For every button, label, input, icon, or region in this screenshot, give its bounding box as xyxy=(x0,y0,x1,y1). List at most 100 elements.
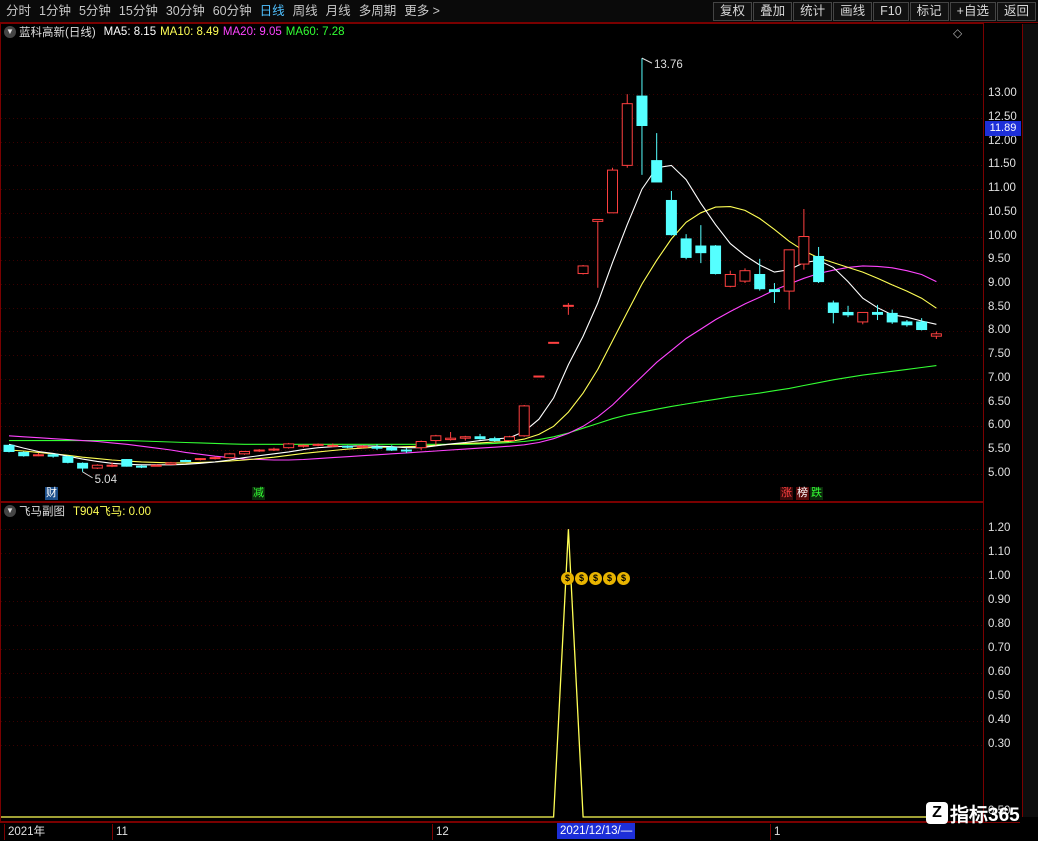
money-bag-icon: $ xyxy=(561,572,574,585)
candle-up xyxy=(518,405,530,437)
candle-down xyxy=(400,449,412,452)
main-axis-tick: 5.00 xyxy=(988,466,1011,479)
candle-down xyxy=(768,289,780,293)
candle-down xyxy=(474,436,486,440)
signal-icons: $ $ $ $ $ xyxy=(561,572,631,585)
candle-up xyxy=(445,437,457,441)
sub-axis-tick: 0.70 xyxy=(988,642,1011,655)
money-bag-icon: $ xyxy=(617,572,630,585)
candle-down xyxy=(680,238,692,258)
low-label: 5.04 xyxy=(95,474,118,486)
candle-up xyxy=(548,341,560,344)
main-price-axis: 13.00 12.50 12.00 11.50 11.00 10.50 10.00 9.50 9… xyxy=(984,24,1020,502)
candle-down xyxy=(18,451,30,457)
candle-up xyxy=(327,444,339,447)
sub-axis-tick: 0.80 xyxy=(988,618,1011,631)
main-axis-tick: 10.00 xyxy=(988,229,1017,242)
event-marker-2[interactable]: 涨 xyxy=(780,487,793,500)
watermark-logo: Z 指标365 xyxy=(926,800,1020,826)
date-axis: 2021年 11 12 1 xyxy=(0,822,1020,841)
candle-down xyxy=(901,321,913,326)
high-pointer xyxy=(641,57,653,64)
candle-down xyxy=(710,245,722,275)
candle-up xyxy=(783,249,795,292)
main-axis-tick: 11.00 xyxy=(988,182,1016,195)
sub-axis-tick: 0.90 xyxy=(988,594,1011,607)
money-bag-icon: $ xyxy=(575,572,588,585)
main-panel-frame xyxy=(0,23,984,502)
candle-up xyxy=(739,270,751,282)
candle-up xyxy=(91,464,103,469)
toolbar-button-7[interactable]: 返回 xyxy=(996,2,1036,21)
candle-down xyxy=(886,312,898,323)
main-axis-tick: 8.50 xyxy=(988,300,1011,313)
candle-down xyxy=(651,160,663,183)
candle-up xyxy=(268,448,280,451)
main-axis-tick: 9.00 xyxy=(988,276,1011,289)
sub-panel-frame xyxy=(0,502,984,822)
candle-up xyxy=(930,333,942,337)
candle-down xyxy=(916,321,928,331)
candle-up xyxy=(577,265,589,275)
candle-up xyxy=(224,453,236,459)
candle-up xyxy=(459,436,471,439)
candle-up xyxy=(621,103,633,166)
candle-up xyxy=(798,236,810,265)
candle-up xyxy=(165,462,177,465)
sub-axis-tick: 0.60 xyxy=(988,666,1011,679)
candle-up xyxy=(592,218,604,222)
candle-up xyxy=(209,457,221,460)
candle-down xyxy=(489,438,501,442)
candle-up xyxy=(297,444,309,447)
logo-icon: Z xyxy=(926,802,948,824)
low-pointer xyxy=(82,471,93,479)
candle-down xyxy=(842,311,854,316)
candle-down xyxy=(121,459,133,467)
event-marker-0[interactable]: 财 xyxy=(45,487,58,500)
main-axis-tick: 9.50 xyxy=(988,253,1011,266)
candle-up xyxy=(562,304,574,307)
main-axis-tick: 6.50 xyxy=(988,395,1011,408)
candle-up xyxy=(239,450,251,455)
kline-chart[interactable]: 13.76 5.04 xyxy=(0,0,984,823)
vertical-scrollbar[interactable] xyxy=(1022,24,1038,817)
candle-up xyxy=(312,443,324,446)
money-bag-icon: $ xyxy=(603,572,616,585)
candle-up xyxy=(194,458,206,461)
ma10-line xyxy=(8,206,937,464)
candle-down xyxy=(342,445,354,448)
candle-down xyxy=(62,456,74,463)
event-marker-3[interactable]: 榜 xyxy=(796,487,809,500)
date-tick: 11 xyxy=(112,824,128,840)
candle-up xyxy=(150,464,162,467)
main-axis-tick: 11.50 xyxy=(988,158,1016,171)
candle-up xyxy=(533,375,545,378)
main-axis-tick: 7.00 xyxy=(988,371,1011,384)
ma5-line xyxy=(8,164,937,466)
candle-up xyxy=(32,454,44,457)
sub-axis-tick: 0.40 xyxy=(988,714,1011,727)
event-marker-1[interactable]: 减 xyxy=(252,487,265,500)
high-label: 13.76 xyxy=(654,59,683,71)
ma20-line xyxy=(8,265,937,461)
candle-up xyxy=(106,464,118,467)
candle-down xyxy=(47,454,59,457)
candle-up xyxy=(503,436,515,442)
candle-down xyxy=(135,465,147,468)
current-price-tag: 11.89 xyxy=(985,121,1021,136)
sub-value-axis: 1.20 1.10 1.00 0.90 0.80 0.70 0.60 0.50 0.40 0.30… xyxy=(984,504,1020,817)
sub-axis-tick: 0.30 xyxy=(988,738,1011,751)
candle-down xyxy=(695,245,707,254)
candle-up xyxy=(724,273,736,287)
candle-down xyxy=(3,444,15,452)
sub-axis-tick: 1.00 xyxy=(988,570,1011,583)
main-axis-tick: 7.50 xyxy=(988,348,1011,361)
candle-down xyxy=(180,459,192,462)
watermark-text: 指标365 xyxy=(950,804,1020,826)
candle-up xyxy=(415,441,427,449)
date-tick: 1 xyxy=(770,824,780,840)
date-tick: 12 xyxy=(432,824,449,840)
event-marker-4[interactable]: 跌 xyxy=(810,487,823,500)
candle-down xyxy=(754,273,766,290)
money-bag-icon: $ xyxy=(589,572,602,585)
